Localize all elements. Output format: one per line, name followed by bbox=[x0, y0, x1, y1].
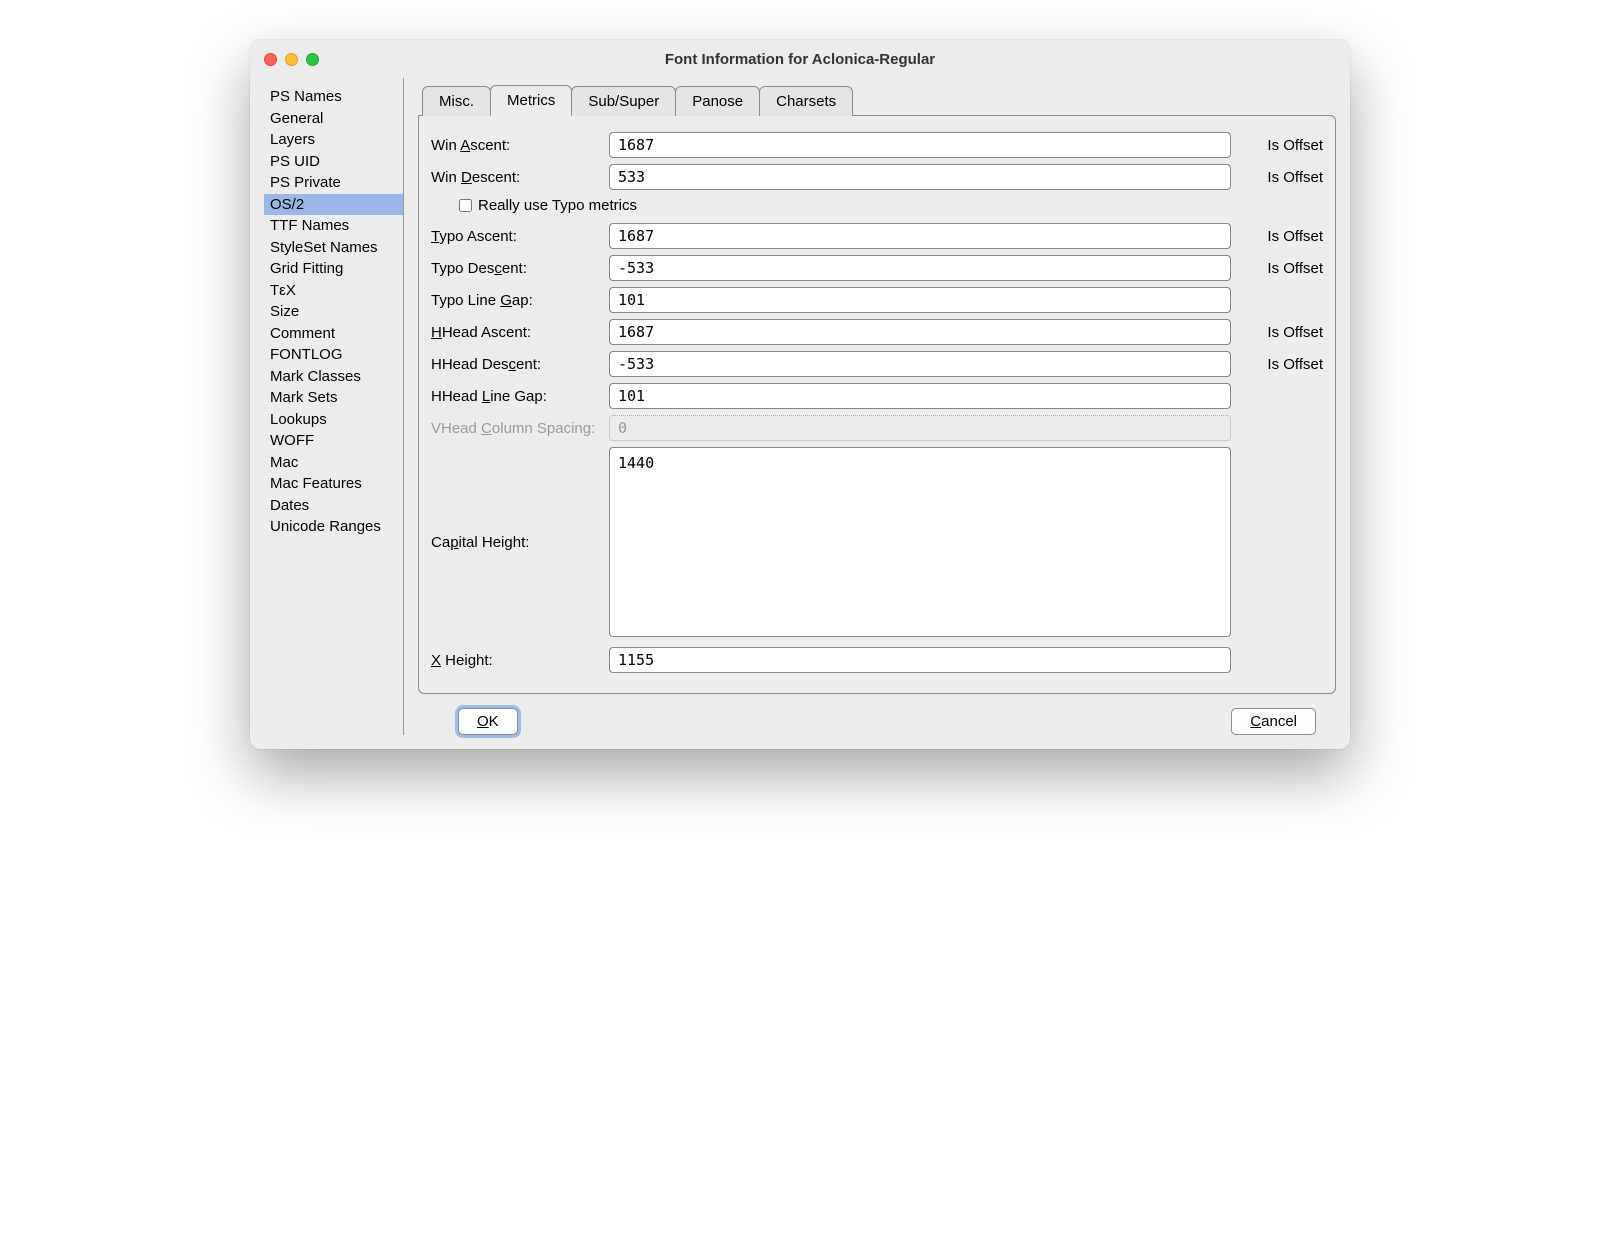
sidebar-item-size[interactable]: Size bbox=[264, 301, 403, 323]
dialog-footer: OK Cancel bbox=[418, 694, 1336, 735]
win-ascent-offset[interactable]: Is Offset bbox=[1231, 137, 1323, 154]
tab-misc-[interactable]: Misc. bbox=[422, 86, 491, 116]
tab-bar: Misc.MetricsSub/SuperPanoseCharsets bbox=[422, 84, 1336, 115]
hhead-linegap-input[interactable] bbox=[609, 383, 1231, 409]
sidebar-item-ps-names[interactable]: PS Names bbox=[264, 86, 403, 108]
cancel-button[interactable]: Cancel bbox=[1231, 708, 1316, 735]
typo-ascent-offset[interactable]: Is Offset bbox=[1231, 228, 1323, 245]
sidebar-item-ttf-names[interactable]: TTF Names bbox=[264, 215, 403, 237]
win-ascent-label: Win Ascent: bbox=[431, 137, 609, 154]
sidebar-item-lookups[interactable]: Lookups bbox=[264, 409, 403, 431]
sidebar-item-styleset-names[interactable]: StyleSet Names bbox=[264, 237, 403, 259]
cap-height-label: Capital Height: bbox=[431, 534, 609, 551]
typo-linegap-input[interactable] bbox=[609, 287, 1231, 313]
metrics-panel: Win Ascent: Is Offset Win Descent: Is Of… bbox=[418, 115, 1336, 694]
vhead-colsp-label: VHead Column Spacing: bbox=[431, 420, 609, 437]
sidebar-item-comment[interactable]: Comment bbox=[264, 323, 403, 345]
typo-ascent-label: Typo Ascent: bbox=[431, 228, 609, 245]
x-height-label: X Height: bbox=[431, 652, 609, 669]
sidebar-item-mac-features[interactable]: Mac Features bbox=[264, 473, 403, 495]
use-typo-checkbox-row[interactable]: Really use Typo metrics bbox=[455, 196, 1323, 215]
hhead-ascent-label: HHead Ascent: bbox=[431, 324, 609, 341]
hhead-linegap-label: HHead Line Gap: bbox=[431, 388, 609, 405]
hhead-descent-label: HHead Descent: bbox=[431, 356, 609, 373]
font-info-window: Font Information for Aclonica-Regular PS… bbox=[250, 40, 1350, 749]
sidebar-item-general[interactable]: General bbox=[264, 108, 403, 130]
window-title: Font Information for Aclonica-Regular bbox=[250, 51, 1350, 68]
sidebar-item-fontlog[interactable]: FONTLOG bbox=[264, 344, 403, 366]
typo-descent-label: Typo Descent: bbox=[431, 260, 609, 277]
titlebar: Font Information for Aclonica-Regular bbox=[250, 40, 1350, 78]
sidebar-item-woff[interactable]: WOFF bbox=[264, 430, 403, 452]
hhead-descent-offset[interactable]: Is Offset bbox=[1231, 356, 1323, 373]
sidebar-item-grid-fitting[interactable]: Grid Fitting bbox=[264, 258, 403, 280]
tab-metrics[interactable]: Metrics bbox=[490, 85, 572, 116]
vhead-colsp-input bbox=[609, 415, 1231, 441]
sidebar-item-ps-private[interactable]: PS Private bbox=[264, 172, 403, 194]
sidebar-item-ps-uid[interactable]: PS UID bbox=[264, 151, 403, 173]
sidebar-item-dates[interactable]: Dates bbox=[264, 495, 403, 517]
tab-sub-super[interactable]: Sub/Super bbox=[571, 86, 676, 116]
win-descent-label: Win Descent: bbox=[431, 169, 609, 186]
typo-ascent-input[interactable] bbox=[609, 223, 1231, 249]
tab-panose[interactable]: Panose bbox=[675, 86, 760, 116]
sidebar-item-layers[interactable]: Layers bbox=[264, 129, 403, 151]
cap-height-input[interactable] bbox=[609, 447, 1231, 637]
sidebar-item-mark-sets[interactable]: Mark Sets bbox=[264, 387, 403, 409]
hhead-ascent-input[interactable] bbox=[609, 319, 1231, 345]
sidebar-item-os-2[interactable]: OS/2 bbox=[264, 194, 403, 216]
tab-charsets[interactable]: Charsets bbox=[759, 86, 853, 116]
typo-descent-offset[interactable]: Is Offset bbox=[1231, 260, 1323, 277]
hhead-descent-input[interactable] bbox=[609, 351, 1231, 377]
sidebar-item-mac[interactable]: Mac bbox=[264, 452, 403, 474]
use-typo-checkbox[interactable] bbox=[459, 199, 472, 212]
use-typo-label: Really use Typo metrics bbox=[478, 197, 637, 214]
sidebar-item-mark-classes[interactable]: Mark Classes bbox=[264, 366, 403, 388]
sidebar-item-t-x[interactable]: TεX bbox=[264, 280, 403, 302]
ok-button[interactable]: OK bbox=[458, 708, 518, 735]
content-area: Misc.MetricsSub/SuperPanoseCharsets Win … bbox=[404, 78, 1336, 735]
typo-descent-input[interactable] bbox=[609, 255, 1231, 281]
typo-linegap-label: Typo Line Gap: bbox=[431, 292, 609, 309]
win-ascent-input[interactable] bbox=[609, 132, 1231, 158]
win-descent-offset[interactable]: Is Offset bbox=[1231, 169, 1323, 186]
win-descent-input[interactable] bbox=[609, 164, 1231, 190]
sidebar-item-unicode-ranges[interactable]: Unicode Ranges bbox=[264, 516, 403, 538]
x-height-input[interactable] bbox=[609, 647, 1231, 673]
hhead-ascent-offset[interactable]: Is Offset bbox=[1231, 324, 1323, 341]
sidebar: PS NamesGeneralLayersPS UIDPS PrivateOS/… bbox=[264, 78, 404, 735]
